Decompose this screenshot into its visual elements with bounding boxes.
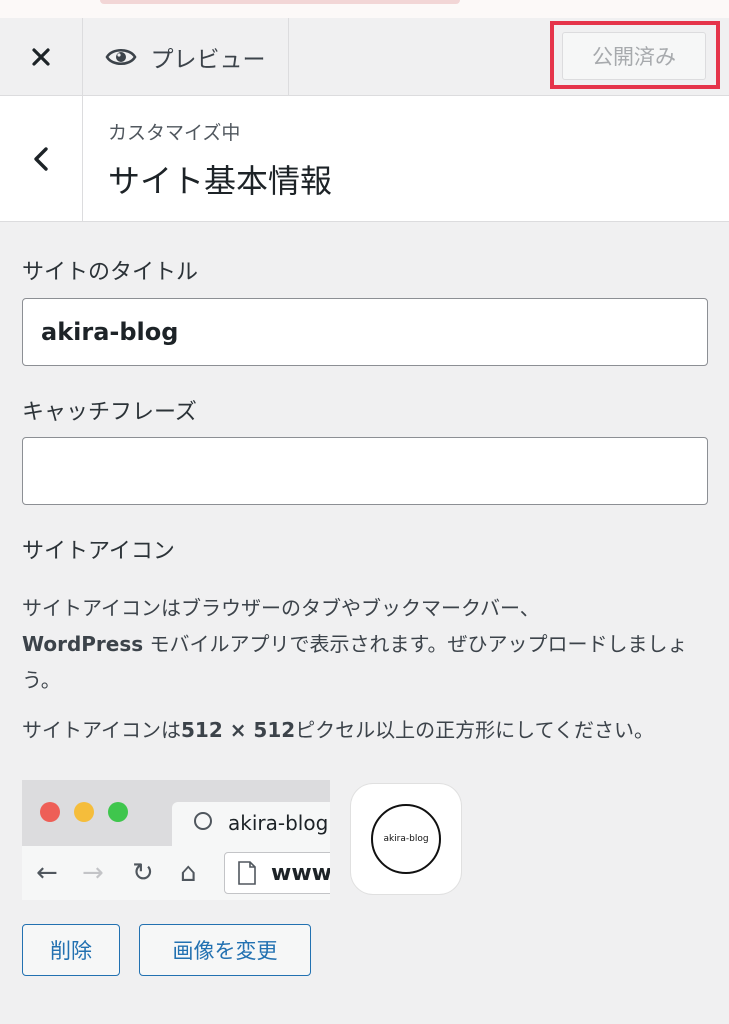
- window-dot-red: [40, 802, 60, 822]
- section-title: サイト基本情報: [108, 162, 333, 200]
- browser-tab: akira-blog: [172, 802, 330, 846]
- back-button[interactable]: [0, 96, 83, 221]
- tagline-input[interactable]: [22, 437, 708, 505]
- browser-toolbar: ← → ↻ ⌂ www.: [22, 846, 330, 900]
- chevron-left-icon: [34, 146, 48, 171]
- window-dot-yellow: [74, 802, 94, 822]
- page-icon: [238, 861, 256, 885]
- top-edge: [0, 0, 729, 19]
- app-icon-logo: akira-blog: [371, 804, 441, 874]
- url-text: www.: [271, 861, 330, 886]
- section-header: カスタマイズ中 サイト基本情報: [0, 96, 729, 222]
- site-title-input[interactable]: [22, 298, 708, 366]
- remove-icon-button[interactable]: 削除: [22, 924, 120, 976]
- customizer-header: プレビュー 公開済み: [0, 18, 729, 96]
- browser-tab-preview: akira-blog ← → ↻ ⌂ www.: [22, 780, 330, 900]
- site-icon-size-note: サイトアイコンは512 × 512ピクセル以上の正方形にしてください。: [22, 712, 712, 748]
- url-bar: www.: [224, 852, 330, 894]
- back-arrow-icon: ←: [36, 858, 58, 888]
- preview-label: プレビュー: [150, 46, 266, 73]
- preview-button[interactable]: プレビュー: [82, 18, 289, 95]
- change-image-button[interactable]: 画像を変更: [139, 924, 311, 976]
- top-edge-bar: [100, 0, 460, 4]
- tagline-label: キャッチフレーズ: [22, 400, 197, 425]
- reload-icon: ↻: [132, 858, 154, 888]
- customizing-label: カスタマイズ中: [108, 122, 241, 144]
- favicon-icon: [194, 812, 212, 830]
- description-part1: サイトアイコンはブラウザーのタブやブックマークバー、: [22, 596, 540, 620]
- size-note-prefix: サイトアイコンは: [22, 718, 181, 742]
- app-icon-preview: akira-blog: [351, 784, 461, 894]
- size-note-suffix: ピクセル以上の正方形にしてください。: [295, 718, 654, 742]
- size-note-bold: 512 × 512: [181, 718, 296, 742]
- site-icon-label: サイトアイコン: [22, 539, 175, 564]
- site-icon-description: サイトアイコンはブラウザーのタブやブックマークバー、 WordPress モバイル…: [22, 590, 712, 698]
- site-title-label: サイトのタイトル: [22, 260, 199, 285]
- window-dot-green: [108, 802, 128, 822]
- close-button[interactable]: [0, 18, 83, 95]
- tab-title: akira-blog: [228, 811, 329, 835]
- eye-icon: [105, 46, 137, 68]
- app-icon-text: akira-blog: [383, 834, 429, 844]
- publish-button[interactable]: 公開済み: [562, 32, 706, 80]
- forward-arrow-icon: →: [82, 858, 104, 888]
- home-icon: ⌂: [180, 858, 197, 888]
- description-bold: WordPress: [22, 632, 144, 656]
- close-icon: [32, 47, 50, 66]
